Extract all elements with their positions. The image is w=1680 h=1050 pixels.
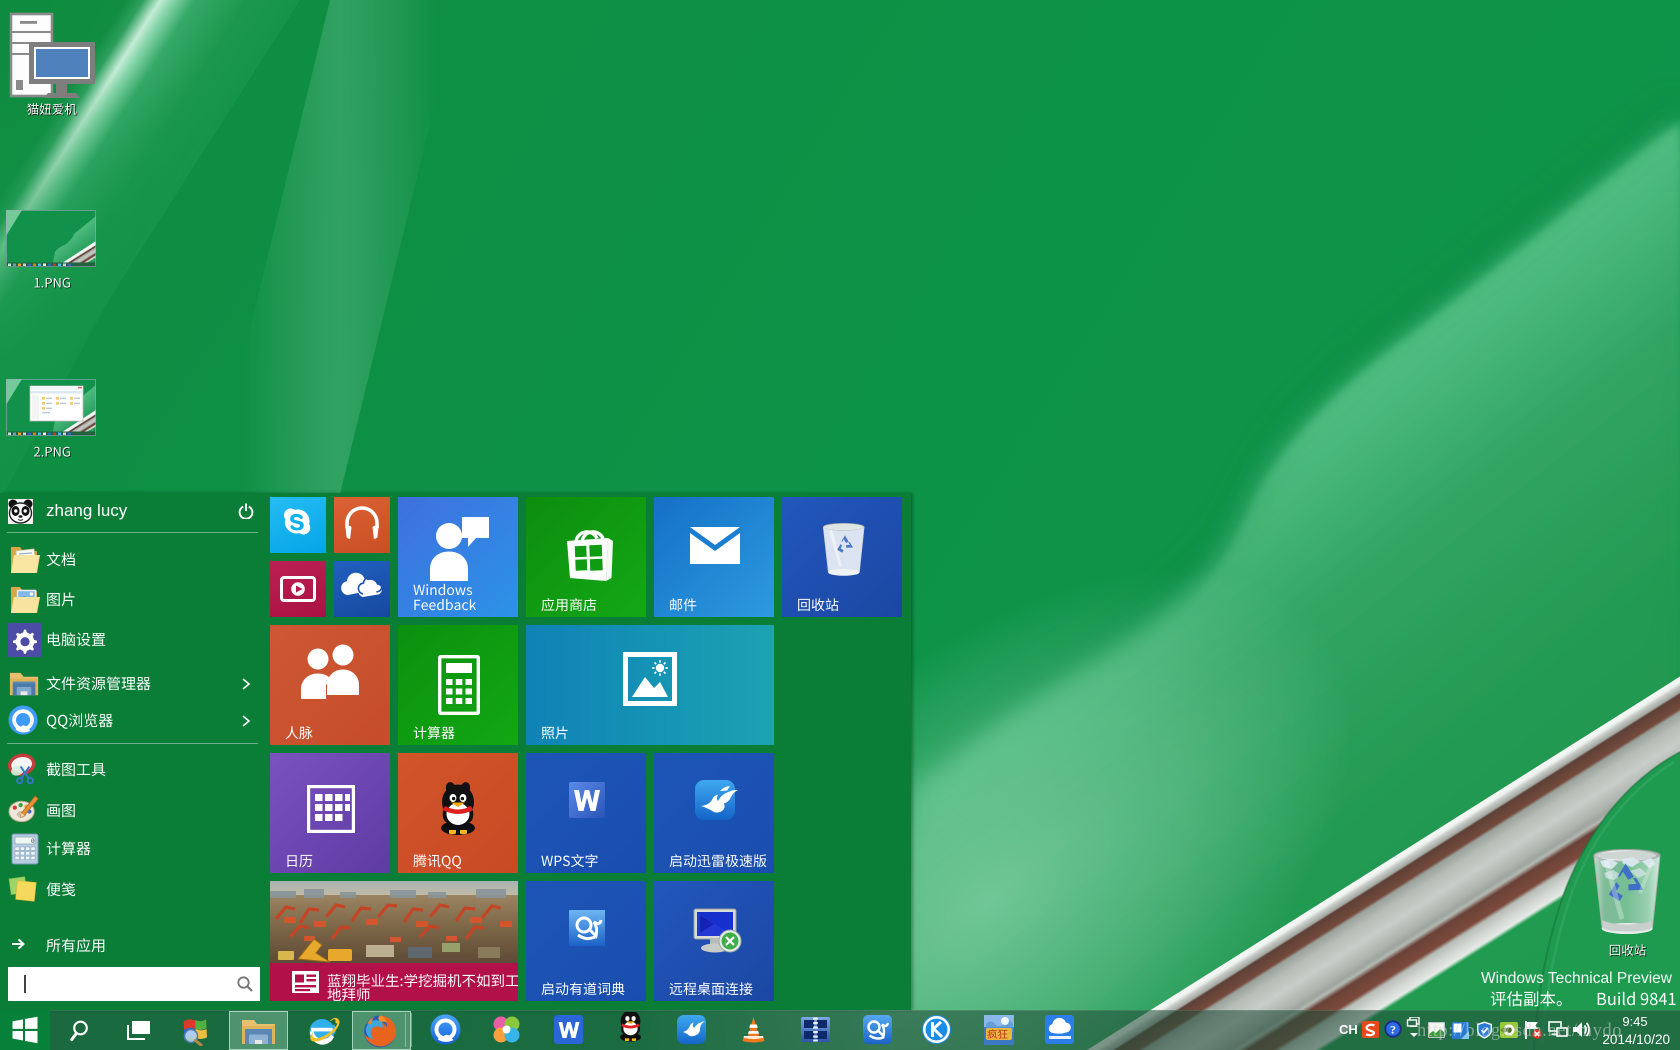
- svg-text:0: 0: [31, 838, 35, 845]
- svg-text:?: ?: [1390, 1022, 1396, 1036]
